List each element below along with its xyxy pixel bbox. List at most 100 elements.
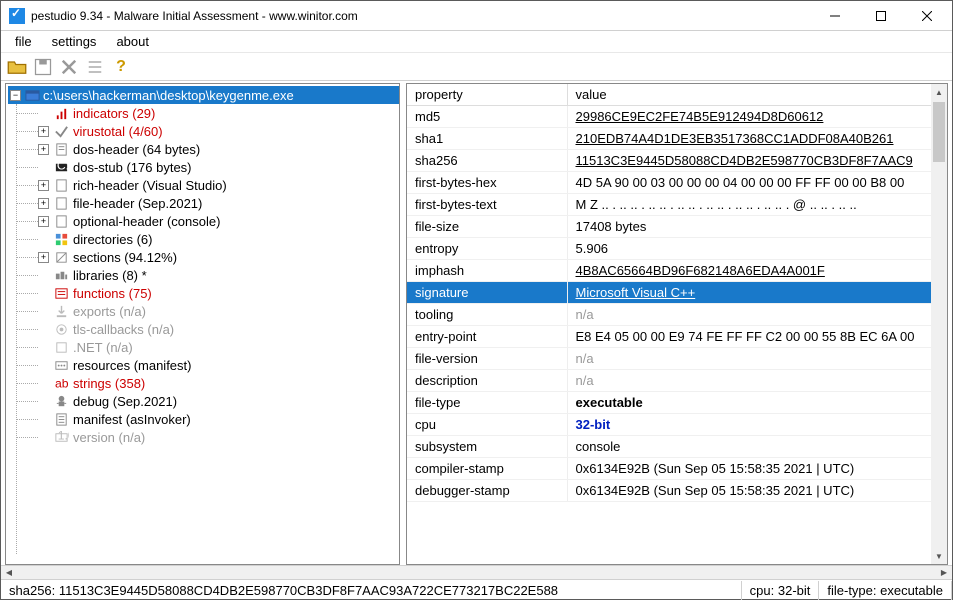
tree-item[interactable]: resources (manifest) bbox=[8, 356, 399, 374]
property-cell: imphash bbox=[407, 260, 567, 282]
titlebar: pestudio 9.34 - Malware Initial Assessme… bbox=[1, 1, 952, 31]
table-row[interactable]: first-bytes-hex4D 5A 90 00 03 00 00 00 0… bbox=[407, 172, 947, 194]
property-cell: compiler-stamp bbox=[407, 458, 567, 480]
status-cpu: cpu: 32-bit bbox=[742, 581, 820, 600]
menu-file[interactable]: file bbox=[5, 32, 42, 51]
close-file-icon[interactable] bbox=[59, 57, 79, 77]
table-row[interactable]: subsystemconsole bbox=[407, 436, 947, 458]
table-row[interactable]: file-typeexecutable bbox=[407, 392, 947, 414]
property-cell: first-bytes-hex bbox=[407, 172, 567, 194]
tree-item[interactable]: +rich-header (Visual Studio) bbox=[8, 176, 399, 194]
table-row[interactable]: file-size17408 bytes bbox=[407, 216, 947, 238]
node-icon bbox=[53, 249, 69, 265]
svg-text:abc: abc bbox=[54, 376, 68, 390]
table-row[interactable]: debugger-stamp0x6134E92B (Sun Sep 05 15:… bbox=[407, 480, 947, 502]
open-file-icon[interactable] bbox=[7, 57, 27, 77]
table-row[interactable]: entry-pointE8 E4 05 00 00 E9 74 FE FF FF… bbox=[407, 326, 947, 348]
table-row[interactable]: signatureMicrosoft Visual C++ bbox=[407, 282, 947, 304]
tree-item-label: file-header (Sep.2021) bbox=[73, 196, 202, 211]
status-sha256: sha256: 11513C3E9445D58088CD4DB2E598770C… bbox=[1, 581, 742, 600]
property-cell: file-version bbox=[407, 348, 567, 370]
property-cell: file-size bbox=[407, 216, 567, 238]
tree-item[interactable]: directories (6) bbox=[8, 230, 399, 248]
node-icon bbox=[53, 123, 69, 139]
tree-item[interactable]: +dos-header (64 bytes) bbox=[8, 140, 399, 158]
menu-about[interactable]: about bbox=[106, 32, 159, 51]
minimize-button[interactable] bbox=[812, 1, 858, 31]
expand-icon[interactable]: + bbox=[38, 126, 49, 137]
hscroll-track[interactable] bbox=[17, 566, 936, 579]
node-icon bbox=[53, 213, 69, 229]
table-row[interactable]: first-bytes-textM Z .. . .. .. . .. .. .… bbox=[407, 194, 947, 216]
node-icon: C:\ bbox=[53, 159, 69, 175]
value-cell: n/a bbox=[567, 304, 947, 326]
hscroll[interactable]: ◀ ▶ bbox=[1, 565, 952, 579]
collapse-icon[interactable]: − bbox=[10, 90, 21, 101]
property-cell: entry-point bbox=[407, 326, 567, 348]
node-icon bbox=[53, 303, 69, 319]
tree-item[interactable]: tls-callbacks (n/a) bbox=[8, 320, 399, 338]
tree-root[interactable]: − c:\users\hackerman\desktop\keygenme.ex… bbox=[8, 86, 399, 104]
property-cell: entropy bbox=[407, 238, 567, 260]
tree-item[interactable]: indicators (29) bbox=[8, 104, 399, 122]
table-row[interactable]: entropy5.906 bbox=[407, 238, 947, 260]
tree-item-label: libraries (8) * bbox=[73, 268, 147, 283]
tree-item-label: directories (6) bbox=[73, 232, 152, 247]
grid-pane: property value md529986CE9EC2FE74B5E9124… bbox=[406, 83, 948, 565]
tree-item[interactable]: +virustotal (4/60) bbox=[8, 122, 399, 140]
tree-item[interactable]: exports (n/a) bbox=[8, 302, 399, 320]
table-row[interactable]: imphash4B8AC65664BD96F682148A6EDA4A001F bbox=[407, 260, 947, 282]
value-cell: 11513C3E9445D58088CD4DB2E598770CB3DF8F7A… bbox=[567, 150, 947, 172]
list-icon[interactable] bbox=[85, 57, 105, 77]
scroll-down-icon[interactable]: ▼ bbox=[931, 548, 947, 564]
expand-icon[interactable]: + bbox=[38, 144, 49, 155]
value-cell: n/a bbox=[567, 370, 947, 392]
menu-settings[interactable]: settings bbox=[42, 32, 107, 51]
property-cell: file-type bbox=[407, 392, 567, 414]
tree-item[interactable]: +sections (94.12%) bbox=[8, 248, 399, 266]
node-icon bbox=[53, 195, 69, 211]
table-row[interactable]: compiler-stamp0x6134E92B (Sun Sep 05 15:… bbox=[407, 458, 947, 480]
tree-pane: − c:\users\hackerman\desktop\keygenme.ex… bbox=[5, 83, 400, 565]
tree-item[interactable]: C:\dos-stub (176 bytes) bbox=[8, 158, 399, 176]
hscroll-left-icon[interactable]: ◀ bbox=[1, 566, 17, 579]
table-row[interactable]: md529986CE9EC2FE74B5E912494D8D60612 bbox=[407, 106, 947, 128]
hscroll-right-icon[interactable]: ▶ bbox=[936, 566, 952, 579]
toolbar: ? bbox=[1, 53, 952, 81]
value-cell: M Z .. . .. .. . .. .. . .. .. . .. .. .… bbox=[567, 194, 947, 216]
tree-item[interactable]: libraries (8) * bbox=[8, 266, 399, 284]
help-icon[interactable]: ? bbox=[111, 57, 131, 77]
expand-icon[interactable]: + bbox=[38, 198, 49, 209]
value-cell: 17408 bytes bbox=[567, 216, 947, 238]
tree-item[interactable]: functions (75) bbox=[8, 284, 399, 302]
tree-item[interactable]: manifest (asInvoker) bbox=[8, 410, 399, 428]
close-button[interactable] bbox=[904, 1, 950, 31]
property-cell: sha1 bbox=[407, 128, 567, 150]
expand-icon[interactable]: + bbox=[38, 216, 49, 227]
value-cell: Microsoft Visual C++ bbox=[567, 282, 947, 304]
column-property[interactable]: property bbox=[407, 84, 567, 106]
value-cell: 5.906 bbox=[567, 238, 947, 260]
node-icon: abc bbox=[53, 375, 69, 391]
vertical-scrollbar[interactable]: ▲ ▼ bbox=[931, 84, 947, 564]
table-row[interactable]: toolingn/a bbox=[407, 304, 947, 326]
table-row[interactable]: sha25611513C3E9445D58088CD4DB2E598770CB3… bbox=[407, 150, 947, 172]
table-row[interactable]: cpu32-bit bbox=[407, 414, 947, 436]
column-value[interactable]: value bbox=[567, 84, 947, 106]
scroll-up-icon[interactable]: ▲ bbox=[931, 84, 947, 100]
scroll-thumb[interactable] bbox=[933, 102, 945, 162]
tree-item[interactable]: 1.0version (n/a) bbox=[8, 428, 399, 446]
expand-icon[interactable]: + bbox=[38, 180, 49, 191]
tree-item[interactable]: debug (Sep.2021) bbox=[8, 392, 399, 410]
expand-icon[interactable]: + bbox=[38, 252, 49, 263]
tree-item[interactable]: .NET (n/a) bbox=[8, 338, 399, 356]
table-row[interactable]: sha1210EDB74A4D1DE3EB3517368CC1ADDF08A40… bbox=[407, 128, 947, 150]
node-icon: 1.0 bbox=[53, 429, 69, 445]
save-icon[interactable] bbox=[33, 57, 53, 77]
maximize-button[interactable] bbox=[858, 1, 904, 31]
tree-item[interactable]: + file-header (Sep.2021) bbox=[8, 194, 399, 212]
table-row[interactable]: file-versionn/a bbox=[407, 348, 947, 370]
tree-item[interactable]: +optional-header (console) bbox=[8, 212, 399, 230]
tree-item[interactable]: abcstrings (358) bbox=[8, 374, 399, 392]
table-row[interactable]: descriptionn/a bbox=[407, 370, 947, 392]
